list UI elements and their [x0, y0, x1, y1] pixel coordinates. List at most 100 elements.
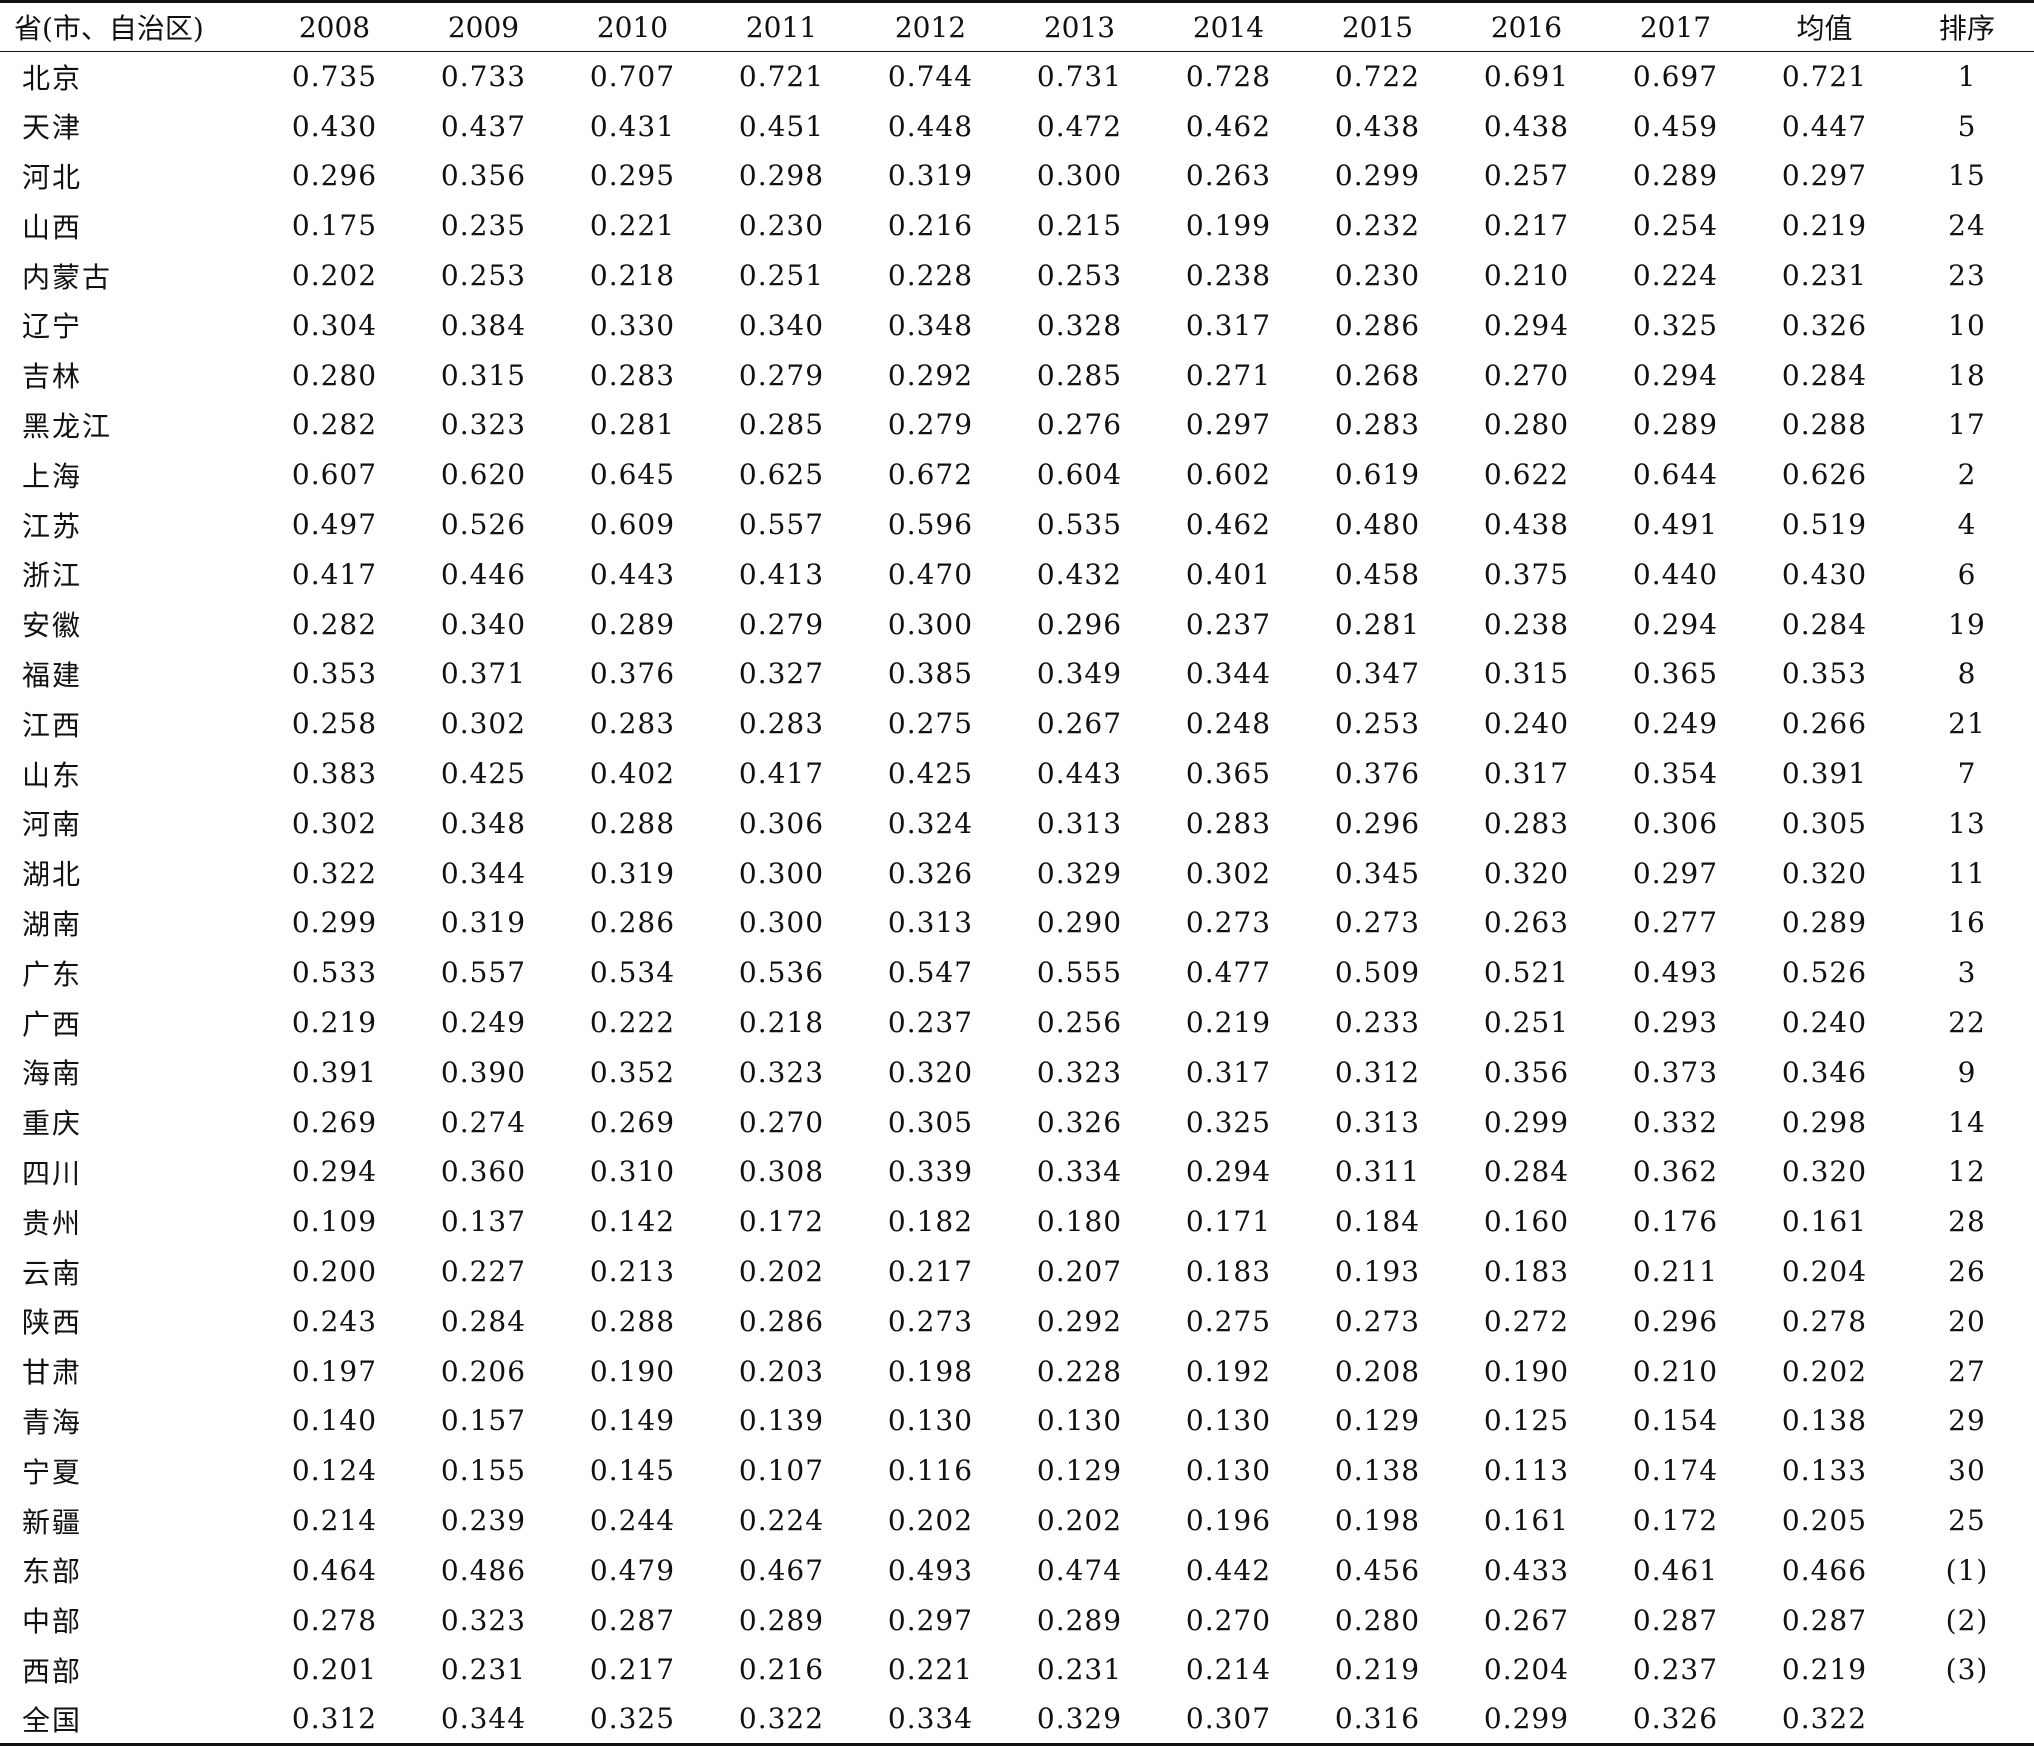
value-cell: 0.157	[440, 1404, 527, 1438]
value-cell: 0.352	[589, 1055, 676, 1089]
table-row: 西部 0.201 0.231 0.217 0.216 0.221 0.231 0.214 0.2…	[0, 1645, 2034, 1695]
mean-value-cell: 0.205	[1781, 1504, 1868, 1537]
value-cell: 0.373	[1632, 1055, 1719, 1089]
value-cell: 0.326	[887, 856, 974, 890]
value-cell: 0.161	[1483, 1504, 1570, 1537]
value-cell: 0.273	[1185, 906, 1272, 940]
value-cell: 0.239	[440, 1504, 527, 1537]
value-cell: 0.274	[440, 1105, 527, 1139]
value-cell: 0.339	[887, 1155, 974, 1189]
mean-value-cell: 0.305	[1781, 806, 1868, 840]
value-cell: 0.288	[589, 1304, 676, 1338]
value-cell: 0.273	[1334, 906, 1421, 940]
region-name-cell: 海南	[22, 1057, 83, 1091]
table-row: 新疆 0.214 0.239 0.244 0.224 0.202 0.202 0.196 0.1…	[0, 1496, 2034, 1546]
value-cell: 0.354	[1632, 757, 1719, 791]
table-row: 辽宁 0.304 0.384 0.330 0.340 0.348 0.328 0.317 0.2…	[0, 300, 2034, 350]
value-cell: 0.323	[440, 408, 527, 442]
value-cell: 0.182	[887, 1205, 974, 1239]
value-cell: 0.142	[589, 1205, 676, 1239]
value-cell: 0.244	[589, 1504, 676, 1537]
value-cell: 0.129	[1036, 1454, 1123, 1488]
value-cell: 0.497	[291, 508, 378, 542]
region-name-cell: 内蒙古	[22, 260, 113, 294]
value-cell: 0.193	[1334, 1255, 1421, 1289]
mean-value-cell: 0.289	[1781, 906, 1868, 940]
value-cell: 0.290	[1036, 906, 1123, 940]
value-cell: 0.313	[1334, 1105, 1421, 1139]
mean-value-cell: 0.284	[1781, 358, 1868, 392]
table-row: 浙江 0.417 0.446 0.443 0.413 0.470 0.432 0.401 0.4…	[0, 549, 2034, 599]
value-cell: 0.401	[1185, 557, 1272, 591]
value-cell: 0.222	[589, 1006, 676, 1040]
mean-value-cell: 0.320	[1781, 1155, 1868, 1189]
mean-value-cell: 0.391	[1781, 757, 1868, 791]
value-cell: 0.278	[291, 1603, 378, 1637]
value-cell: 0.345	[1334, 856, 1421, 890]
value-cell: 0.294	[1632, 607, 1719, 641]
value-cell: 0.390	[440, 1055, 527, 1089]
region-name-cell: 中部	[22, 1605, 83, 1639]
table-row: 陕西 0.243 0.284 0.288 0.286 0.273 0.292 0.275 0.2…	[0, 1296, 2034, 1346]
table-row: 天津 0.430 0.437 0.431 0.451 0.448 0.472 0.462 0.4…	[0, 101, 2034, 151]
value-cell: 0.258	[291, 707, 378, 741]
value-cell: 0.224	[1632, 259, 1719, 293]
value-cell: 0.344	[440, 856, 527, 890]
column-header-year: 2011	[707, 0, 856, 52]
value-cell: 0.273	[1334, 1304, 1421, 1338]
value-cell: 0.312	[1334, 1055, 1421, 1089]
region-name-cell: 上海	[22, 459, 83, 493]
value-cell: 0.196	[1185, 1504, 1272, 1537]
value-cell: 0.200	[291, 1255, 378, 1289]
value-cell: 0.270	[1483, 358, 1570, 392]
value-cell: 0.645	[589, 458, 676, 492]
mean-value-cell: 0.626	[1781, 458, 1868, 492]
value-cell: 0.202	[738, 1255, 825, 1289]
value-cell: 0.733	[440, 60, 527, 94]
value-cell: 0.322	[291, 856, 378, 890]
value-cell: 0.228	[1036, 1354, 1123, 1388]
value-cell: 0.224	[738, 1504, 825, 1537]
value-cell: 0.349	[1036, 657, 1123, 691]
value-cell: 0.300	[887, 607, 974, 641]
column-header-year: 2014	[1154, 0, 1303, 52]
value-cell: 0.116	[887, 1454, 974, 1488]
value-cell: 0.300	[1036, 159, 1123, 193]
value-cell: 0.438	[1483, 109, 1570, 143]
table-row: 山东 0.383 0.425 0.402 0.417 0.425 0.443 0.365 0.3…	[0, 749, 2034, 799]
value-cell: 0.279	[887, 408, 974, 442]
mean-value-cell: 0.430	[1781, 557, 1868, 591]
value-cell: 0.477	[1185, 956, 1272, 990]
rank-cell: 8	[1957, 657, 1977, 691]
region-name-cell: 重庆	[22, 1107, 83, 1141]
value-cell: 0.620	[440, 458, 527, 492]
value-cell: 0.263	[1185, 159, 1272, 193]
value-cell: 0.299	[1452, 1694, 1601, 1746]
mean-value-cell: 0.297	[1781, 159, 1868, 193]
value-cell: 0.451	[738, 109, 825, 143]
region-name-cell: 新疆	[22, 1505, 83, 1539]
region-name-cell: 吉林	[22, 360, 83, 394]
region-name-cell: 陕西	[22, 1306, 83, 1340]
value-cell: 0.253	[440, 259, 527, 293]
value-cell: 0.462	[1185, 508, 1272, 542]
rank-cell: 28	[1948, 1205, 1986, 1239]
rank-cell: 4	[1957, 508, 1977, 542]
region-name-cell: 山东	[22, 758, 83, 792]
value-cell: 0.113	[1483, 1454, 1570, 1488]
value-cell: 0.297	[1185, 408, 1272, 442]
value-cell: 0.154	[1632, 1404, 1719, 1438]
value-cell: 0.446	[440, 557, 527, 591]
mean-value-cell: 0.287	[1781, 1603, 1868, 1637]
value-cell: 0.464	[291, 1553, 378, 1587]
value-cell: 0.467	[738, 1553, 825, 1587]
value-cell: 0.283	[738, 707, 825, 741]
value-cell: 0.376	[1334, 757, 1421, 791]
value-cell: 0.456	[1334, 1553, 1421, 1587]
value-cell: 0.235	[440, 209, 527, 243]
value-cell: 0.622	[1483, 458, 1570, 492]
rank-cell: 11	[1948, 856, 1986, 890]
region-name-cell: 天津	[22, 111, 83, 145]
rank-cell	[1899, 1694, 2034, 1746]
value-cell: 0.230	[1334, 259, 1421, 293]
